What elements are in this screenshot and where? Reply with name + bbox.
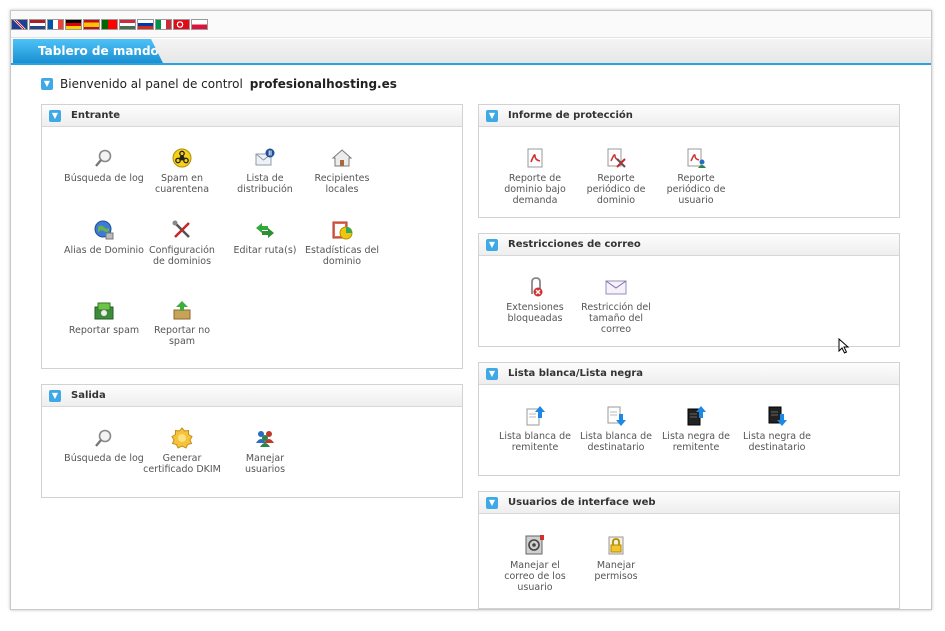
- flag-russia-icon[interactable]: [137, 18, 154, 30]
- panel-header: ▼ Salida: [42, 385, 462, 407]
- mail-size-restriction-link[interactable]: Restricción del tamaño del correo: [576, 276, 656, 335]
- blacklist-down-icon: [768, 406, 787, 426]
- collapse-icon[interactable]: ▼: [49, 109, 61, 122]
- app-window: Tablero de mando ▼ Bienvenido al panel d…: [10, 10, 932, 610]
- manage-user-mail-link[interactable]: Manejar el correo de los usuario: [495, 534, 575, 593]
- quarantine-link[interactable]: Spam en cuarentena: [142, 147, 222, 195]
- recipient-whitelist-link[interactable]: Lista blanca de destinatario: [576, 405, 656, 453]
- welcome-message: ▼ Bienvenido al panel de control profesio…: [41, 77, 397, 91]
- blacklist-up-icon: [687, 406, 706, 426]
- tab-bar: Tablero de mando: [11, 39, 931, 65]
- report-spam-icon: [94, 302, 114, 320]
- recipient-blacklist-link[interactable]: Lista negra de destinatario: [737, 405, 817, 453]
- envelope-icon: [605, 280, 627, 295]
- panel-header: ▼ Restricciones de correo: [479, 234, 899, 256]
- welcome-domain: profesionalhosting.es: [249, 77, 397, 91]
- house-icon: [331, 149, 353, 167]
- tab-dashboard[interactable]: Tablero de mando: [13, 39, 163, 63]
- pdf-tools-icon: [607, 148, 626, 168]
- flag-germany-icon[interactable]: [65, 18, 82, 30]
- panel-title: Usuarios de interface web: [508, 497, 656, 508]
- magnifier-icon: [95, 429, 112, 447]
- periodic-domain-report-link[interactable]: Reporte periódico de dominio: [576, 147, 656, 206]
- flag-turkey-icon[interactable]: [173, 18, 190, 30]
- statistics-icon: [332, 221, 353, 240]
- certificate-seal-icon: [171, 427, 193, 449]
- domain-config-link[interactable]: Configuración de dominios: [142, 219, 222, 267]
- lock-icon: [608, 536, 624, 555]
- panel-restricciones: ▼ Restricciones de correo Extensiones bl…: [478, 233, 900, 347]
- pdf-user-icon: [687, 148, 706, 168]
- welcome-text: Bienvenido al panel de control: [60, 77, 243, 91]
- collapse-icon[interactable]: ▼: [486, 109, 498, 122]
- flag-france-icon[interactable]: [47, 18, 64, 30]
- panel-entrante: ▼ Entrante Búsqueda de log Spam en cuare…: [41, 104, 463, 369]
- globe-icon: [94, 220, 114, 240]
- collapse-icon[interactable]: ▼: [486, 496, 498, 509]
- panel-title: Informe de protección: [508, 110, 633, 121]
- tools-icon: [172, 220, 190, 238]
- local-recipients-link[interactable]: Recipientes locales: [302, 147, 382, 195]
- pdf-icon: [527, 148, 543, 168]
- sender-whitelist-link[interactable]: Lista blanca de remitente: [495, 405, 575, 453]
- panel-header: ▼ Entrante: [42, 105, 462, 127]
- blocked-extensions-link[interactable]: Extensiones bloqueadas: [495, 276, 575, 324]
- mail-list-icon: [255, 148, 275, 166]
- domain-alias-link[interactable]: Alias de Dominio: [64, 219, 144, 256]
- panel-title: Lista blanca/Lista negra: [508, 368, 644, 379]
- attachment-blocked-icon: [531, 277, 543, 297]
- manage-permissions-link[interactable]: Manejar permisos: [576, 534, 656, 582]
- outgoing-log-search-link[interactable]: Búsqueda de log: [64, 427, 144, 464]
- report-spam-link[interactable]: Reportar spam: [64, 299, 144, 336]
- panel-title: Restricciones de correo: [508, 239, 641, 250]
- magnifier-icon: [95, 149, 112, 167]
- panel-proteccion: ▼ Informe de protección Reporte de domin…: [478, 104, 900, 218]
- flag-hungary-icon[interactable]: [119, 18, 136, 30]
- log-search-link[interactable]: Búsqueda de log: [64, 147, 144, 184]
- distribution-list-link[interactable]: Lista de distribución: [225, 147, 305, 195]
- report-not-spam-link[interactable]: Reportar no spam: [142, 299, 222, 347]
- panel-header: ▼ Usuarios de interface web: [479, 492, 899, 514]
- panel-title: Entrante: [71, 110, 121, 121]
- chevron-down-icon: ▼: [41, 78, 53, 90]
- flag-spain-icon[interactable]: [83, 18, 100, 30]
- mouse-cursor-icon: [838, 338, 850, 354]
- collapse-icon[interactable]: ▼: [49, 389, 61, 402]
- arrows-icon: [256, 223, 274, 238]
- flag-netherlands-icon[interactable]: [29, 18, 46, 30]
- mail-at-icon: [525, 535, 544, 555]
- biohazard-icon: [172, 148, 192, 168]
- flag-poland-icon[interactable]: [191, 18, 208, 30]
- collapse-icon[interactable]: ▼: [486, 238, 498, 251]
- whitelist-down-icon: [607, 406, 626, 426]
- panel-lista: ▼ Lista blanca/Lista negra Lista blanca …: [478, 362, 900, 476]
- panel-header: ▼ Informe de protección: [479, 105, 899, 127]
- panel-title: Salida: [71, 390, 106, 401]
- flag-portugal-icon[interactable]: [101, 18, 118, 30]
- flag-uk-icon[interactable]: [11, 18, 28, 30]
- dkim-link[interactable]: Generar certificado DKIM: [142, 427, 222, 475]
- manage-users-link[interactable]: Manejar usuarios: [225, 427, 305, 475]
- panel-salida: ▼ Salida Búsqueda de log Generar certifi…: [41, 384, 463, 498]
- collapse-icon[interactable]: ▼: [486, 367, 498, 380]
- periodic-user-report-link[interactable]: Reporte periódico de usuario: [656, 147, 736, 206]
- edit-routes-link[interactable]: Editar ruta(s): [225, 219, 305, 256]
- panel-usuarios: ▼ Usuarios de interface web Manejar el c…: [478, 491, 900, 609]
- on-demand-report-link[interactable]: Reporte de dominio bajo demanda: [495, 147, 575, 206]
- panel-header: ▼ Lista blanca/Lista negra: [479, 363, 899, 385]
- domain-stats-link[interactable]: Estadísticas del dominio: [302, 219, 382, 267]
- report-ham-icon: [173, 301, 191, 320]
- sender-blacklist-link[interactable]: Lista negra de remitente: [656, 405, 736, 453]
- whitelist-up-icon: [526, 406, 545, 426]
- users-icon: [256, 431, 274, 447]
- flag-italy-icon[interactable]: [155, 18, 172, 30]
- language-flags: [11, 11, 931, 38]
